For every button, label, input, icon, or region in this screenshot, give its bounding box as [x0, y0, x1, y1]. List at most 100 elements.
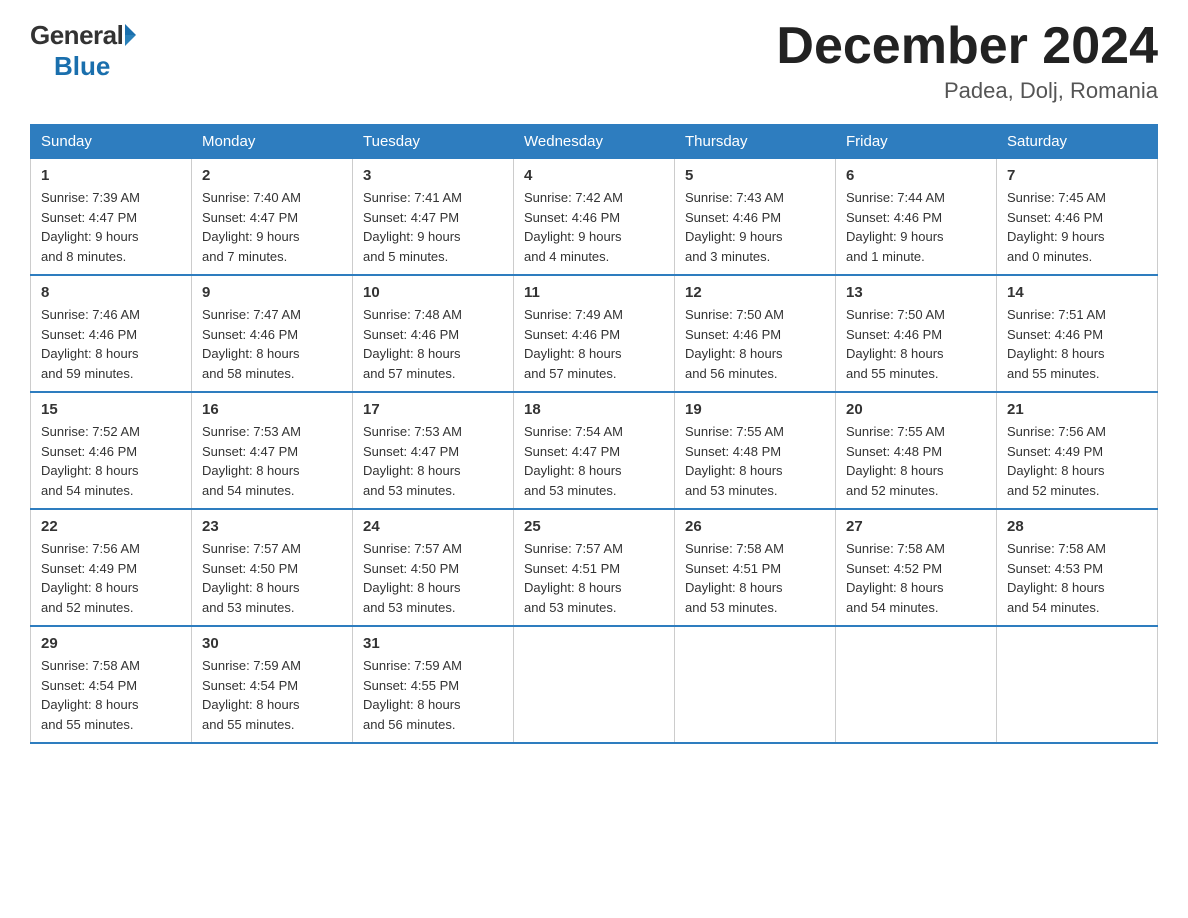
day-info: Sunrise: 7:55 AMSunset: 4:48 PMDaylight:… [685, 424, 784, 498]
logo-blue-text: Blue [54, 51, 110, 82]
location: Padea, Dolj, Romania [776, 78, 1158, 104]
day-info: Sunrise: 7:54 AMSunset: 4:47 PMDaylight:… [524, 424, 623, 498]
day-info: Sunrise: 7:45 AMSunset: 4:46 PMDaylight:… [1007, 190, 1106, 264]
day-info: Sunrise: 7:53 AMSunset: 4:47 PMDaylight:… [202, 424, 301, 498]
day-number: 16 [202, 401, 342, 418]
day-info: Sunrise: 7:59 AMSunset: 4:54 PMDaylight:… [202, 658, 301, 732]
calendar-day-cell: 31 Sunrise: 7:59 AMSunset: 4:55 PMDaylig… [353, 626, 514, 743]
day-number: 25 [524, 518, 664, 535]
day-number: 2 [202, 167, 342, 184]
day-number: 14 [1007, 284, 1147, 301]
calendar-day-cell [675, 626, 836, 743]
day-info: Sunrise: 7:57 AMSunset: 4:50 PMDaylight:… [363, 541, 462, 615]
day-number: 6 [846, 167, 986, 184]
title-section: December 2024 Padea, Dolj, Romania [776, 20, 1158, 104]
day-info: Sunrise: 7:51 AMSunset: 4:46 PMDaylight:… [1007, 307, 1106, 381]
day-info: Sunrise: 7:39 AMSunset: 4:47 PMDaylight:… [41, 190, 140, 264]
day-info: Sunrise: 7:57 AMSunset: 4:50 PMDaylight:… [202, 541, 301, 615]
calendar-day-cell: 15 Sunrise: 7:52 AMSunset: 4:46 PMDaylig… [31, 392, 192, 509]
day-info: Sunrise: 7:46 AMSunset: 4:46 PMDaylight:… [41, 307, 140, 381]
calendar-day-header: Saturday [997, 125, 1158, 159]
day-info: Sunrise: 7:58 AMSunset: 4:51 PMDaylight:… [685, 541, 784, 615]
calendar-day-cell: 17 Sunrise: 7:53 AMSunset: 4:47 PMDaylig… [353, 392, 514, 509]
calendar-day-cell [836, 626, 997, 743]
day-info: Sunrise: 7:42 AMSunset: 4:46 PMDaylight:… [524, 190, 623, 264]
calendar-week-row: 22 Sunrise: 7:56 AMSunset: 4:49 PMDaylig… [31, 509, 1158, 626]
calendar-day-header: Wednesday [514, 125, 675, 159]
day-info: Sunrise: 7:55 AMSunset: 4:48 PMDaylight:… [846, 424, 945, 498]
day-info: Sunrise: 7:58 AMSunset: 4:54 PMDaylight:… [41, 658, 140, 732]
calendar-day-cell: 19 Sunrise: 7:55 AMSunset: 4:48 PMDaylig… [675, 392, 836, 509]
calendar-day-header: Friday [836, 125, 997, 159]
calendar-day-cell: 30 Sunrise: 7:59 AMSunset: 4:54 PMDaylig… [192, 626, 353, 743]
day-number: 21 [1007, 401, 1147, 418]
day-info: Sunrise: 7:50 AMSunset: 4:46 PMDaylight:… [846, 307, 945, 381]
day-info: Sunrise: 7:52 AMSunset: 4:46 PMDaylight:… [41, 424, 140, 498]
day-info: Sunrise: 7:44 AMSunset: 4:46 PMDaylight:… [846, 190, 945, 264]
day-number: 1 [41, 167, 181, 184]
calendar-week-row: 15 Sunrise: 7:52 AMSunset: 4:46 PMDaylig… [31, 392, 1158, 509]
calendar-day-cell: 13 Sunrise: 7:50 AMSunset: 4:46 PMDaylig… [836, 275, 997, 392]
day-number: 7 [1007, 167, 1147, 184]
calendar-day-cell: 4 Sunrise: 7:42 AMSunset: 4:46 PMDayligh… [514, 159, 675, 276]
day-number: 3 [363, 167, 503, 184]
logo-blue-section [123, 26, 147, 46]
day-info: Sunrise: 7:53 AMSunset: 4:47 PMDaylight:… [363, 424, 462, 498]
day-number: 26 [685, 518, 825, 535]
day-info: Sunrise: 7:59 AMSunset: 4:55 PMDaylight:… [363, 658, 462, 732]
calendar-day-header: Tuesday [353, 125, 514, 159]
day-info: Sunrise: 7:58 AMSunset: 4:53 PMDaylight:… [1007, 541, 1106, 615]
day-number: 19 [685, 401, 825, 418]
calendar-table: SundayMondayTuesdayWednesdayThursdayFrid… [30, 124, 1158, 744]
calendar-day-cell: 18 Sunrise: 7:54 AMSunset: 4:47 PMDaylig… [514, 392, 675, 509]
calendar-day-cell: 25 Sunrise: 7:57 AMSunset: 4:51 PMDaylig… [514, 509, 675, 626]
day-number: 23 [202, 518, 342, 535]
calendar-day-cell: 6 Sunrise: 7:44 AMSunset: 4:46 PMDayligh… [836, 159, 997, 276]
day-info: Sunrise: 7:56 AMSunset: 4:49 PMDaylight:… [1007, 424, 1106, 498]
calendar-day-cell: 10 Sunrise: 7:48 AMSunset: 4:46 PMDaylig… [353, 275, 514, 392]
day-info: Sunrise: 7:49 AMSunset: 4:46 PMDaylight:… [524, 307, 623, 381]
day-info: Sunrise: 7:50 AMSunset: 4:46 PMDaylight:… [685, 307, 784, 381]
calendar-day-header: Sunday [31, 125, 192, 159]
calendar-day-cell: 2 Sunrise: 7:40 AMSunset: 4:47 PMDayligh… [192, 159, 353, 276]
calendar-day-cell: 9 Sunrise: 7:47 AMSunset: 4:46 PMDayligh… [192, 275, 353, 392]
day-number: 12 [685, 284, 825, 301]
day-number: 9 [202, 284, 342, 301]
calendar-day-cell: 1 Sunrise: 7:39 AMSunset: 4:47 PMDayligh… [31, 159, 192, 276]
calendar-day-cell: 21 Sunrise: 7:56 AMSunset: 4:49 PMDaylig… [997, 392, 1158, 509]
calendar-day-cell: 24 Sunrise: 7:57 AMSunset: 4:50 PMDaylig… [353, 509, 514, 626]
calendar-week-row: 29 Sunrise: 7:58 AMSunset: 4:54 PMDaylig… [31, 626, 1158, 743]
day-number: 17 [363, 401, 503, 418]
day-number: 18 [524, 401, 664, 418]
day-number: 20 [846, 401, 986, 418]
day-number: 4 [524, 167, 664, 184]
calendar-day-cell: 8 Sunrise: 7:46 AMSunset: 4:46 PMDayligh… [31, 275, 192, 392]
day-info: Sunrise: 7:40 AMSunset: 4:47 PMDaylight:… [202, 190, 301, 264]
calendar-day-cell: 27 Sunrise: 7:58 AMSunset: 4:52 PMDaylig… [836, 509, 997, 626]
calendar-day-cell: 12 Sunrise: 7:50 AMSunset: 4:46 PMDaylig… [675, 275, 836, 392]
day-number: 30 [202, 635, 342, 652]
day-info: Sunrise: 7:48 AMSunset: 4:46 PMDaylight:… [363, 307, 462, 381]
day-number: 15 [41, 401, 181, 418]
calendar-day-cell: 3 Sunrise: 7:41 AMSunset: 4:47 PMDayligh… [353, 159, 514, 276]
calendar-day-cell: 22 Sunrise: 7:56 AMSunset: 4:49 PMDaylig… [31, 509, 192, 626]
calendar-day-cell: 23 Sunrise: 7:57 AMSunset: 4:50 PMDaylig… [192, 509, 353, 626]
calendar-day-cell: 26 Sunrise: 7:58 AMSunset: 4:51 PMDaylig… [675, 509, 836, 626]
logo-general-text: General [30, 20, 123, 51]
day-info: Sunrise: 7:43 AMSunset: 4:46 PMDaylight:… [685, 190, 784, 264]
day-number: 13 [846, 284, 986, 301]
calendar-day-cell: 28 Sunrise: 7:58 AMSunset: 4:53 PMDaylig… [997, 509, 1158, 626]
calendar-day-cell: 20 Sunrise: 7:55 AMSunset: 4:48 PMDaylig… [836, 392, 997, 509]
day-info: Sunrise: 7:57 AMSunset: 4:51 PMDaylight:… [524, 541, 623, 615]
calendar-day-cell: 14 Sunrise: 7:51 AMSunset: 4:46 PMDaylig… [997, 275, 1158, 392]
calendar-day-cell: 11 Sunrise: 7:49 AMSunset: 4:46 PMDaylig… [514, 275, 675, 392]
day-number: 5 [685, 167, 825, 184]
calendar-day-cell [514, 626, 675, 743]
calendar-body: 1 Sunrise: 7:39 AMSunset: 4:47 PMDayligh… [31, 159, 1158, 744]
calendar-week-row: 1 Sunrise: 7:39 AMSunset: 4:47 PMDayligh… [31, 159, 1158, 276]
logo: General Blue [30, 20, 147, 82]
day-number: 31 [363, 635, 503, 652]
day-number: 8 [41, 284, 181, 301]
day-number: 22 [41, 518, 181, 535]
calendar-day-cell: 5 Sunrise: 7:43 AMSunset: 4:46 PMDayligh… [675, 159, 836, 276]
